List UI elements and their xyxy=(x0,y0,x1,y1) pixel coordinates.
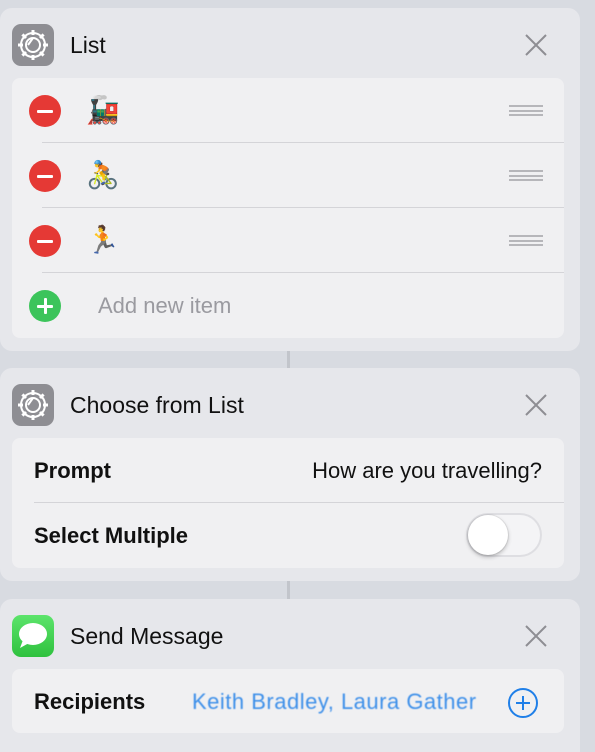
close-icon[interactable] xyxy=(524,33,548,57)
add-recipient-icon[interactable] xyxy=(507,687,539,719)
select-multiple-toggle[interactable] xyxy=(466,513,542,557)
delete-item-button[interactable] xyxy=(29,160,61,192)
prompt-row[interactable]: Prompt How are you travelling? xyxy=(12,438,564,503)
choose-card-header: Choose from List xyxy=(0,368,580,438)
delete-item-button[interactable] xyxy=(29,95,61,127)
add-new-item-placeholder[interactable]: Add new item xyxy=(98,293,231,319)
list-item: 🏃 xyxy=(12,208,564,273)
recipients-label: Recipients xyxy=(34,689,146,714)
add-item-button[interactable] xyxy=(29,290,61,322)
prompt-label: Prompt xyxy=(34,458,111,483)
delete-item-button[interactable] xyxy=(29,225,61,257)
prompt-value[interactable]: How are you travelling? xyxy=(312,458,542,484)
gear-icon xyxy=(12,384,54,426)
recipients-row[interactable]: Recipients Keith Bradley, Laura Gather xyxy=(12,669,564,733)
select-multiple-label: Select Multiple xyxy=(34,523,189,548)
bicycle-emoji[interactable]: 🚴 xyxy=(86,159,120,191)
choose-from-list-card: Choose from List Prompt How are you trav… xyxy=(0,368,580,581)
card-title: Send Message xyxy=(70,623,224,649)
list-card-header: List xyxy=(0,8,580,78)
select-multiple-row: Select Multiple xyxy=(12,503,564,568)
list-items-panel: 🚂 🚴 🏃 Add new item xyxy=(12,78,564,338)
send-options-panel: Recipients Keith Bradley, Laura Gather xyxy=(12,669,564,733)
reorder-handle-icon[interactable] xyxy=(509,235,543,246)
flow-connector xyxy=(287,350,290,370)
close-icon[interactable] xyxy=(524,393,548,417)
toggle-knob xyxy=(468,515,508,555)
running-emoji[interactable]: 🏃 xyxy=(86,224,120,256)
list-item: 🚴 xyxy=(12,143,564,208)
recipients-value[interactable]: Keith Bradley, Laura Gather xyxy=(192,689,490,715)
train-emoji[interactable]: 🚂 xyxy=(86,94,120,126)
gear-icon xyxy=(12,24,54,66)
reorder-handle-icon[interactable] xyxy=(509,170,543,181)
send-message-card: Send Message Recipients Keith Bradley, L… xyxy=(0,599,580,752)
add-item-row[interactable]: Add new item xyxy=(12,273,564,338)
flow-connector xyxy=(287,581,290,601)
choose-options-panel: Prompt How are you travelling? Select Mu… xyxy=(12,438,564,568)
list-item: 🚂 xyxy=(12,78,564,143)
list-action-card: List 🚂 🚴 🏃 Add new item xyxy=(0,8,580,351)
close-icon[interactable] xyxy=(524,624,548,648)
reorder-handle-icon[interactable] xyxy=(509,105,543,116)
send-card-header: Send Message xyxy=(0,599,580,669)
messages-icon xyxy=(12,615,54,657)
card-title: List xyxy=(70,32,106,58)
card-title: Choose from List xyxy=(70,392,244,418)
